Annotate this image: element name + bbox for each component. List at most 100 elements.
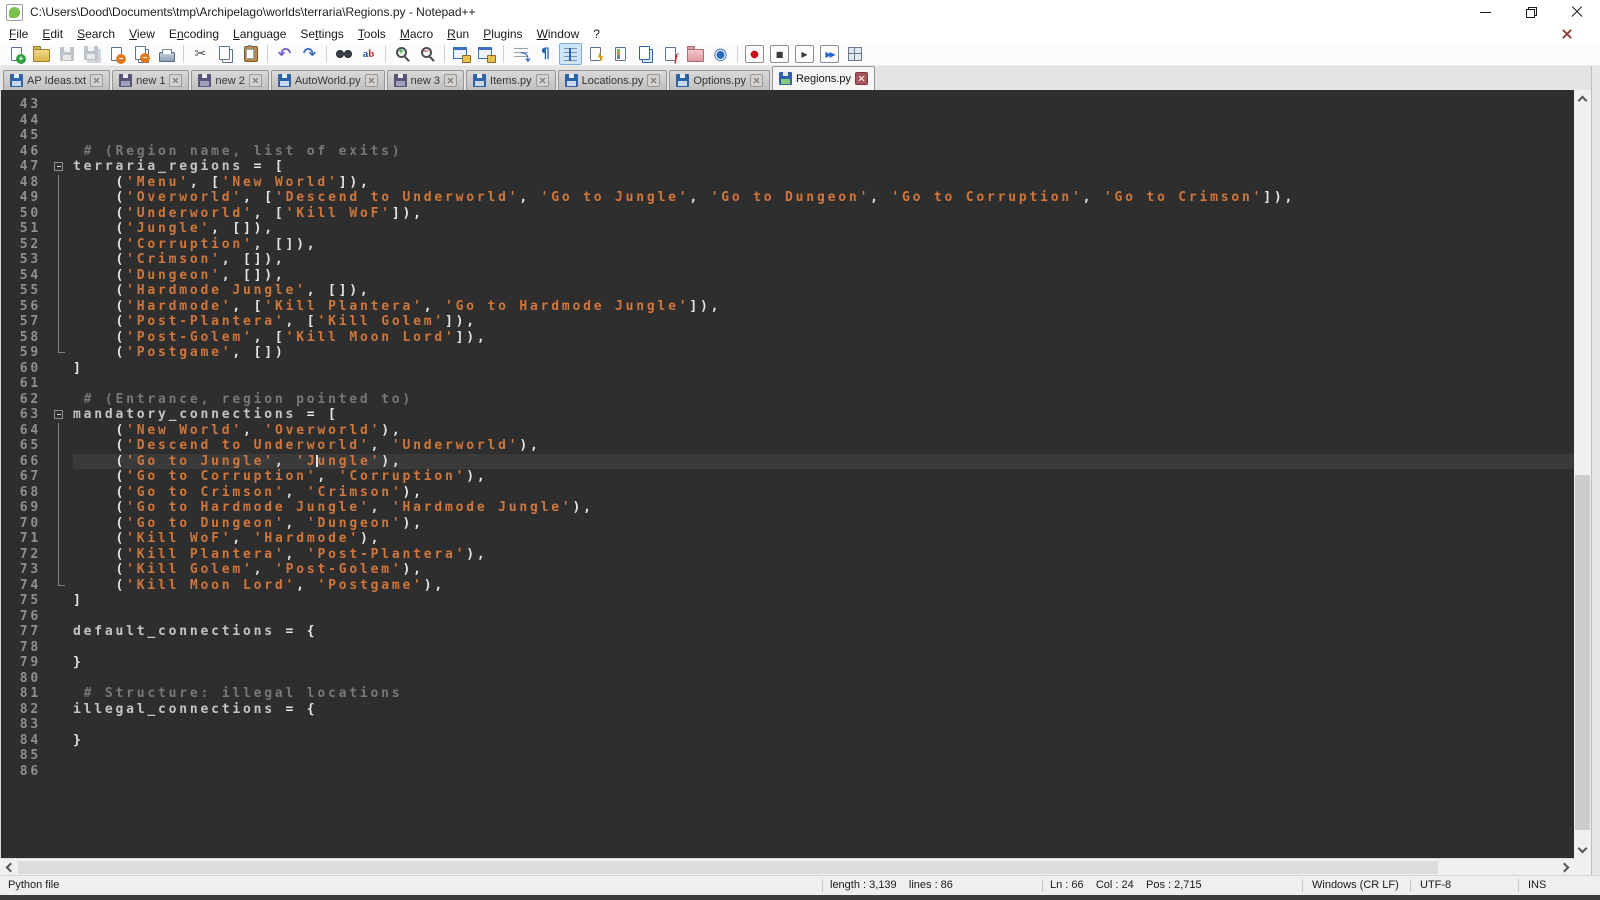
code-line-78[interactable]: 78 [1, 640, 1574, 656]
close-file-button[interactable]: − [105, 43, 128, 65]
code-text[interactable]: # Structure: illegal locations [73, 686, 1574, 702]
code-line-64[interactable]: 64 ('New World', 'Overworld'), [1, 423, 1574, 439]
code-line-68[interactable]: 68 ('Go to Crimson', 'Crimson'), [1, 485, 1574, 501]
line-number[interactable]: 69 [1, 500, 47, 516]
tab-options-py[interactable]: Options.py [669, 70, 770, 90]
code-line-49[interactable]: 49 ('Overworld', ['Descend to Underworld… [1, 190, 1574, 206]
code-line-73[interactable]: 73 ('Kill Golem', 'Post-Golem'), [1, 562, 1574, 578]
horizontal-scrollbar-thumb[interactable] [18, 861, 1438, 874]
menu-macro[interactable]: Macro [393, 26, 440, 42]
macro-stop-button[interactable]: ■ [768, 43, 791, 65]
code-text[interactable]: ('Post-Plantera', ['Kill Golem']), [73, 314, 1574, 330]
code-line-43[interactable]: 43 [1, 97, 1574, 113]
code-line-83[interactable]: 83 [1, 717, 1574, 733]
code-line-84[interactable]: 84} [1, 733, 1574, 749]
show-indent-guide-button[interactable] [559, 43, 582, 65]
show-all-characters-button[interactable]: ¶ [534, 43, 557, 65]
menu-tools[interactable]: Tools [351, 26, 393, 42]
line-number[interactable]: 86 [1, 764, 47, 780]
line-number[interactable]: 51 [1, 221, 47, 237]
code-line-79[interactable]: 79} [1, 655, 1574, 671]
menu-run[interactable]: Run [440, 26, 476, 42]
code-text[interactable]: terraria_regions = [ [73, 159, 1574, 175]
code-line-85[interactable]: 85 [1, 748, 1574, 764]
scroll-up-button[interactable] [1574, 90, 1591, 107]
code-text[interactable] [73, 764, 1574, 780]
code-text[interactable]: ('Corruption', []), [73, 237, 1574, 253]
code-line-44[interactable]: 44 [1, 113, 1574, 129]
line-number[interactable]: 53 [1, 252, 47, 268]
code-text[interactable]: ('Go to Hardmode Jungle', 'Hardmode Jung… [73, 500, 1574, 516]
line-number[interactable]: 68 [1, 485, 47, 501]
line-number[interactable]: 78 [1, 640, 47, 656]
code-text[interactable]: ('Kill Golem', 'Post-Golem'), [73, 562, 1574, 578]
menu-language[interactable]: Language [226, 26, 293, 42]
line-number[interactable]: 75 [1, 593, 47, 609]
code-text[interactable] [73, 376, 1574, 392]
close-all-button[interactable]: − [130, 43, 153, 65]
editor[interactable]: 43444546 # (Region name, list of exits)4… [0, 90, 1574, 858]
menu-file[interactable]: File [2, 26, 35, 42]
line-number[interactable]: 72 [1, 547, 47, 563]
line-number[interactable]: 56 [1, 299, 47, 315]
fold-collapse-box[interactable] [47, 159, 73, 175]
close-document-x-icon[interactable] [1562, 29, 1572, 39]
code-text[interactable]: ('Kill Plantera', 'Post-Plantera'), [73, 547, 1574, 563]
scroll-left-button[interactable] [0, 859, 17, 876]
line-number[interactable]: 66 [1, 454, 47, 470]
fold-collapse-box[interactable] [47, 407, 73, 423]
scroll-down-button[interactable] [1574, 841, 1591, 858]
code-text[interactable]: ('Overworld', ['Descend to Underworld', … [73, 190, 1574, 206]
line-number[interactable]: 47 [1, 159, 47, 175]
function-list-button[interactable]: f [659, 43, 682, 65]
code-line-65[interactable]: 65 ('Descend to Underworld', 'Underworld… [1, 438, 1574, 454]
code-line-74[interactable]: 74 ('Kill Moon Lord', 'Postgame'), [1, 578, 1574, 594]
code-text[interactable]: ] [73, 361, 1574, 377]
line-number[interactable]: 50 [1, 206, 47, 222]
line-number[interactable]: 59 [1, 345, 47, 361]
word-wrap-button[interactable] [509, 43, 532, 65]
sync-horizontal-scroll-button[interactable] [475, 43, 498, 65]
zoom-out-button[interactable]: − [416, 43, 439, 65]
code-line-81[interactable]: 81 # Structure: illegal locations [1, 686, 1574, 702]
tab-close-icon[interactable] [90, 74, 103, 87]
macro-run-multiple-button[interactable]: ▶▶ [818, 43, 841, 65]
folder-as-workspace-button[interactable] [684, 43, 707, 65]
code-text[interactable]: default_connections = { [73, 624, 1574, 640]
save-all-button[interactable] [80, 43, 103, 65]
code-line-53[interactable]: 53 ('Crimson', []), [1, 252, 1574, 268]
menu-settings[interactable]: Settings [293, 26, 350, 42]
line-number[interactable]: 46 [1, 144, 47, 160]
code-line-62[interactable]: 62 # (Entrance, region pointed to) [1, 392, 1574, 408]
code-line-55[interactable]: 55 ('Hardmode Jungle', []), [1, 283, 1574, 299]
code-line-47[interactable]: 47 terraria_regions = [ [1, 159, 1574, 175]
line-number[interactable]: 48 [1, 175, 47, 191]
scroll-right-button[interactable] [1557, 859, 1574, 876]
sync-vertical-scroll-button[interactable] [450, 43, 473, 65]
open-file-button[interactable] [30, 43, 53, 65]
code-line-66[interactable]: 66 ('Go to Jungle', 'Jungle'), [1, 454, 1574, 470]
code-line-46[interactable]: 46 # (Region name, list of exits) [1, 144, 1574, 160]
code-text[interactable] [73, 717, 1574, 733]
code-text[interactable]: ('Crimson', []), [73, 252, 1574, 268]
code-text[interactable]: ('Post-Golem', ['Kill Moon Lord']), [73, 330, 1574, 346]
tab-close-icon[interactable] [365, 74, 378, 87]
line-number[interactable]: 85 [1, 748, 47, 764]
code-text[interactable] [73, 640, 1574, 656]
line-number[interactable]: 70 [1, 516, 47, 532]
macro-save-button[interactable] [843, 43, 866, 65]
code-text[interactable]: ('Menu', ['New World']), [73, 175, 1574, 191]
copy-button[interactable] [214, 43, 237, 65]
vertical-scrollbar[interactable] [1574, 90, 1591, 858]
tab-ap-ideas-txt[interactable]: AP Ideas.txt [3, 70, 110, 90]
line-number[interactable]: 54 [1, 268, 47, 284]
code-line-61[interactable]: 61 [1, 376, 1574, 392]
line-number[interactable]: 61 [1, 376, 47, 392]
monitoring-button[interactable]: ◉ [709, 43, 732, 65]
tab-close-icon[interactable] [750, 74, 763, 87]
minimize-button[interactable] [1462, 0, 1508, 24]
line-number[interactable]: 52 [1, 237, 47, 253]
code-line-77[interactable]: 77default_connections = { [1, 624, 1574, 640]
code-line-45[interactable]: 45 [1, 128, 1574, 144]
code-line-75[interactable]: 75] [1, 593, 1574, 609]
